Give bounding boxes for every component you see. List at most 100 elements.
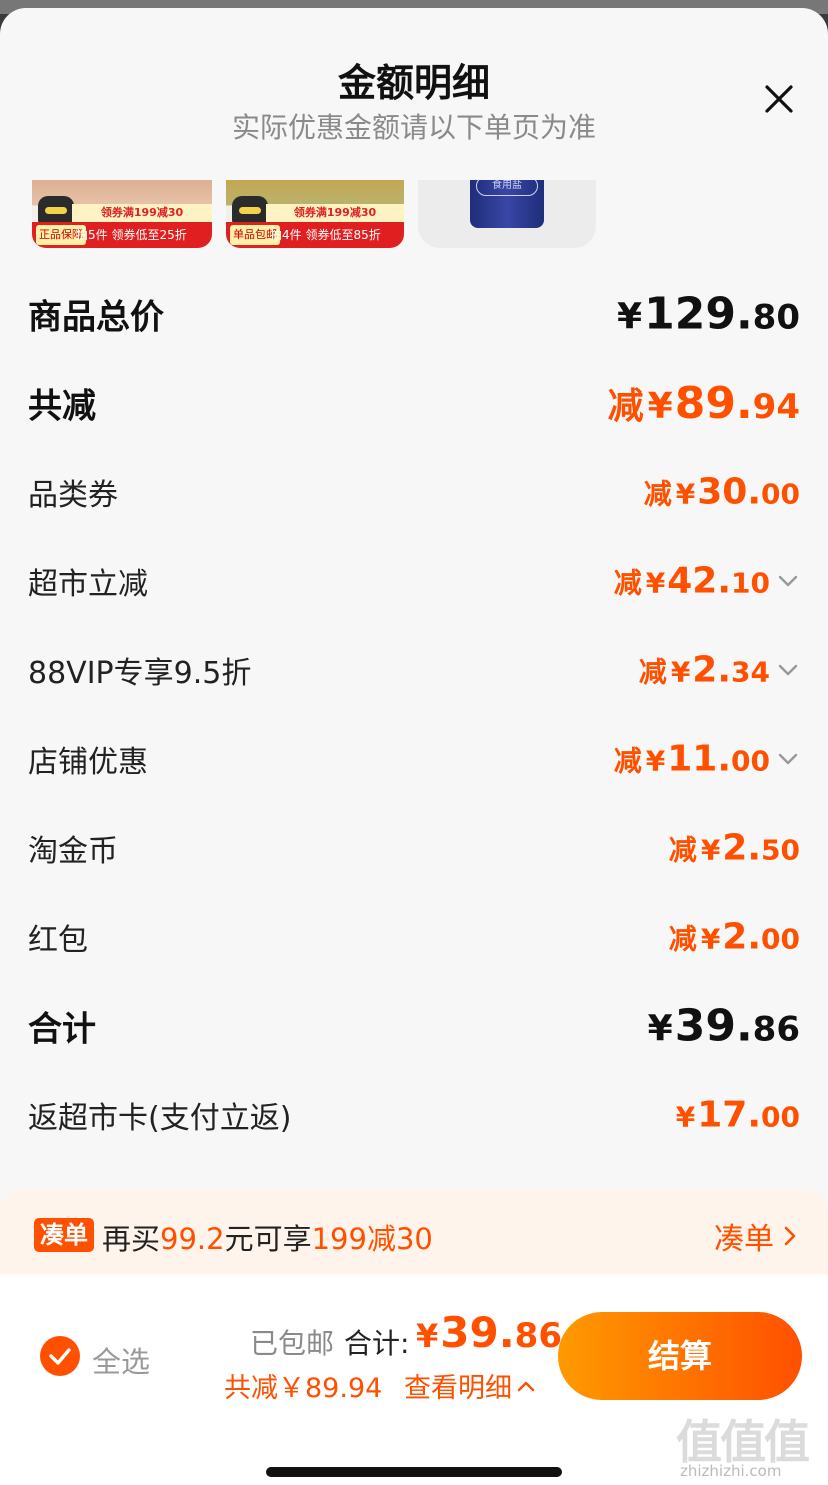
row-category-coupon: 品类券 减 ¥30. 00 [0,452,828,532]
yen-sign: ¥ [647,386,673,427]
yen-sign: ¥ [700,833,721,867]
coupon-banner: 领券满199减30 [72,204,212,222]
amount-decimal: 50 [761,833,800,867]
row-label: 返超市卡(支付立返) [28,1101,292,1136]
select-all-checkbox[interactable] [40,1336,80,1376]
product-thumbnail[interactable]: 领券满199减30 单品包邮 拍4件 领券低至85折 [226,180,404,248]
amount-decimal: 34 [731,655,770,689]
row-88vip-discount[interactable]: 88VIP专享9.5折 减 ¥2. 34 [0,630,828,710]
amount-decimal: 94 [752,387,800,427]
amount-decimal: 00 [761,1100,800,1134]
addon-text-b: 元可享 [224,1222,312,1256]
row-label: 品类券 [28,478,118,513]
amount-integer: 2. [722,827,762,869]
chevron-down-icon[interactable] [776,569,800,593]
row-amount: ¥129. 80 [617,289,800,340]
row-amount: 减 ¥2. 34 [639,650,770,691]
addon-deal: 199减30 [311,1222,433,1256]
chevron-down-icon[interactable] [776,658,800,682]
row-amount: ¥39. 86 [648,1001,800,1052]
yen-sign: ¥ [645,566,666,600]
row-amount: ¥17. 00 [676,1095,800,1136]
product-thumbnails: 领券满199减30 正品保障 拍5件 领券低至25折 领券满199减30 单品包… [0,180,828,260]
amount-integer: 129. [644,288,753,340]
close-button[interactable] [758,78,800,120]
yen-sign: ¥ [675,477,696,511]
sheet-subtitle: 实际优惠金额请以下单页为准 [231,111,596,144]
row-label: 红包 [28,923,88,958]
addon-message: 再买99.2元可享199减30 [102,1216,433,1258]
minus-prefix: 减 [643,477,672,511]
row-store-discount[interactable]: 店铺优惠 减 ¥11. 00 [0,719,828,799]
row-supermarket-discount[interactable]: 超市立减 减 ¥42. 10 [0,541,828,621]
product-thumbnail[interactable]: 食用盐 [418,180,596,248]
minus-prefix: 减 [668,833,697,867]
watermark-domain: zhizhizhi.com [680,1462,782,1480]
amount-decimal: 80 [752,297,800,338]
view-detail-label: 查看明细 [404,1373,512,1404]
checkmark-icon [49,1348,71,1365]
checkout-button[interactable]: 结算 [558,1312,802,1400]
row-amount: 减 ¥2. 00 [669,917,800,958]
minus-prefix: 减 [668,922,697,956]
sheet-header: 金额明细 实际优惠金额请以下单页为准 [0,8,828,178]
row-label: 88VIP专享9.5折 [28,656,252,691]
chevron-up-icon [517,1381,535,1391]
coupon-banner: 领券满199减30 [266,204,404,222]
free-shipping-label: 已包邮 [250,1327,335,1360]
chevron-down-icon[interactable] [776,747,800,771]
promo-text: 拍4件 领券低至85折 [270,228,381,242]
row-amount: 减 ¥42. 10 [614,561,770,602]
yen-sign: ¥ [647,1008,673,1050]
row-amount: 减 ¥11. 00 [614,739,770,780]
yen-sign: ¥ [617,296,643,338]
amount-decimal: 00 [731,744,770,778]
row-label: 合计 [28,1009,96,1050]
close-icon [765,85,793,113]
sheet-title: 金额明细 [337,61,490,105]
amount-integer: 89. [674,378,753,429]
home-indicator[interactable] [266,1467,562,1477]
total-saved: 共减￥89.94 [224,1373,383,1404]
amount-decimal: 86 [514,1316,562,1356]
row-supermarket-card-rebate: 返超市卡(支付立返) ¥17. 00 [0,1075,828,1155]
row-amount: 减 ¥2. 50 [669,828,800,869]
row-amount: 减 ¥89. 94 [608,377,800,429]
addon-text-a: 再买 [102,1222,161,1256]
amount-decimal: 00 [761,477,800,511]
amount-integer: 42. [667,560,732,602]
can-label: 食用盐 [476,180,538,196]
total-label: 合计: [344,1327,410,1360]
product-thumbnail[interactable]: 领券满199减30 正品保障 拍5件 领券低至25折 [32,180,212,248]
total-amount: ¥39. 86 [416,1308,562,1357]
amount-integer: 2. [692,649,732,691]
view-detail-link[interactable]: 查看明细 [404,1366,536,1405]
select-all-label[interactable]: 全选 [92,1339,150,1381]
amount-decimal: 86 [752,1009,800,1050]
minus-prefix: 减 [613,566,642,600]
row-goods-total: 商品总价 ¥129. 80 [0,274,828,354]
addon-link[interactable]: 凑单 [714,1214,800,1258]
row-label: 共减 [28,386,96,427]
minus-prefix: 减 [613,744,642,778]
amount-integer: 39. [674,1000,753,1052]
row-red-packet: 红包 减 ¥2. 00 [0,897,828,977]
yen-sign: ¥ [670,655,691,689]
row-label: 超市立减 [28,567,148,602]
addon-amount: 99.2 [160,1222,225,1256]
row-taojinbi: 淘金币 减 ¥2. 50 [0,808,828,888]
amount-integer: 30. [697,471,762,513]
row-label: 店铺优惠 [28,745,148,780]
amount-integer: 2. [722,916,762,958]
addon-bar[interactable]: 凑单 再买99.2元可享199减30 凑单 [0,1190,828,1274]
yen-sign: ¥ [416,1317,439,1355]
minus-prefix: 减 [607,386,644,427]
row-label: 商品总价 [28,297,164,338]
yen-sign: ¥ [675,1100,696,1134]
amount-decimal: 10 [731,566,770,600]
amount-integer: 11. [667,738,732,780]
row-total-discount: 共减 减 ¥89. 94 [0,363,828,443]
checkout-footer: 全选 已包邮 合计: ¥39. 86 共减￥89.94 查看明细 结算 值值值 z… [0,1274,828,1485]
row-label: 淘金币 [28,834,118,869]
row-grand-total: 合计 ¥39. 86 [0,986,828,1066]
